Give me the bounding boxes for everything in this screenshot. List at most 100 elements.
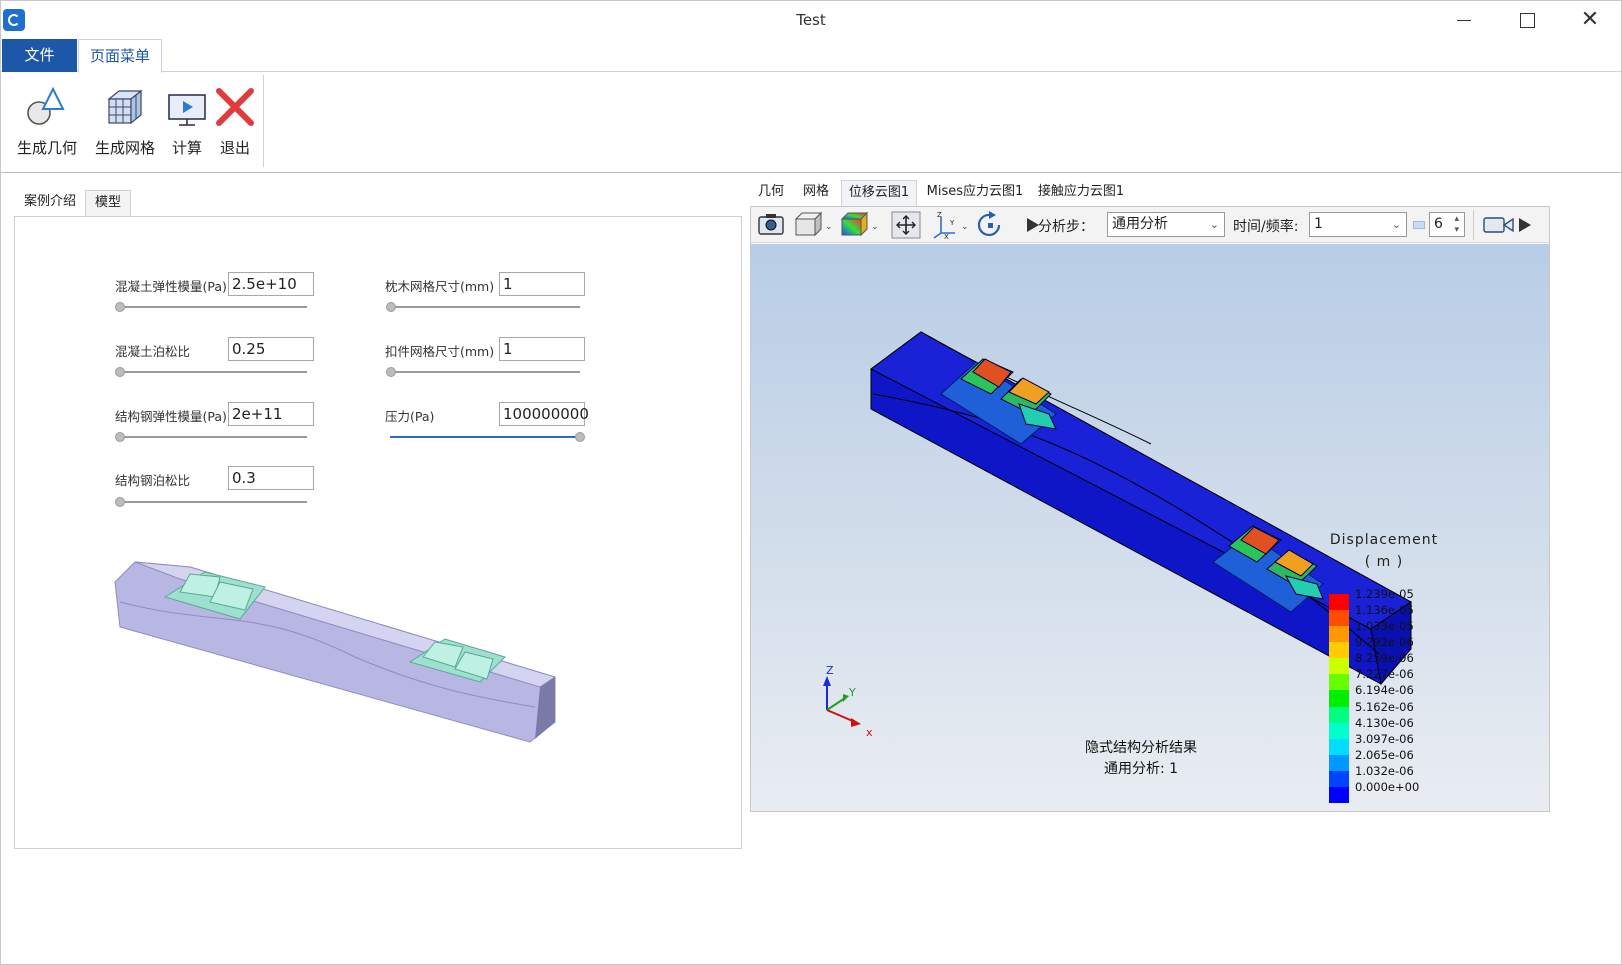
legend-color-swatch bbox=[1329, 658, 1349, 675]
steel-modulus-label: 结构钢弹性模量(Pa) bbox=[115, 409, 227, 424]
legend-value-label: 1.032e-06 bbox=[1355, 763, 1414, 778]
play-arrow-icon[interactable] bbox=[1519, 218, 1531, 232]
exit-button[interactable]: 退出 bbox=[215, 83, 255, 158]
steel-modulus-input[interactable]: 2e+11 bbox=[228, 402, 314, 426]
maximize-button[interactable] bbox=[1504, 5, 1550, 35]
concrete-modulus-slider[interactable] bbox=[117, 306, 307, 308]
concrete-modulus-slider-handle[interactable] bbox=[115, 302, 125, 312]
generate-mesh-button[interactable]: 生成网格 bbox=[93, 83, 157, 158]
toolbar-separator bbox=[1473, 210, 1474, 240]
legend-value-label: 5.162e-06 bbox=[1355, 699, 1414, 714]
legend-value-label: 0.000e+00 bbox=[1355, 779, 1420, 794]
legend-unit: ( m ) bbox=[1364, 554, 1404, 570]
fastener-mesh-size-input[interactable]: 1 bbox=[499, 337, 585, 361]
legend-value-label: 3.097e-06 bbox=[1355, 731, 1414, 746]
legend-color-swatch bbox=[1329, 754, 1349, 772]
compute-label: 计算 bbox=[171, 139, 202, 157]
legend-color-swatch bbox=[1329, 626, 1349, 643]
time-frequency-select[interactable]: 1 ⌄ bbox=[1309, 212, 1407, 237]
video-record-icon[interactable] bbox=[1483, 215, 1515, 235]
menu-bar: 文件 页面菜单 bbox=[1, 39, 1621, 73]
menu-tab-file[interactable]: 文件 bbox=[2, 39, 77, 72]
tab-model[interactable]: 模型 bbox=[85, 190, 131, 216]
concrete-poisson-slider-handle[interactable] bbox=[115, 367, 125, 377]
close-button[interactable]: ✕ bbox=[1567, 5, 1613, 35]
analysis-step-label: 分析步： bbox=[1038, 219, 1094, 235]
model-parameters-panel: 混凝土弹性模量(Pa) 2.5e+10 混凝土泊松比 0.25 结构钢弹性模量(… bbox=[14, 216, 742, 849]
3d-viewport[interactable]: Z Y x Displacement ( m ) 1.239e-05 1.136e… bbox=[751, 244, 1549, 811]
geometry-icon bbox=[27, 86, 65, 125]
triad-x-label: x bbox=[866, 726, 873, 739]
legend-color-swatch bbox=[1329, 690, 1349, 708]
generate-geometry-button[interactable]: 生成几何 bbox=[15, 83, 79, 158]
analysis-step-select[interactable]: 通用分析 ⌄ bbox=[1107, 212, 1225, 237]
fastener-mesh-size-slider[interactable] bbox=[390, 371, 580, 373]
legend-color-swatch bbox=[1329, 738, 1349, 756]
view-cube-icon[interactable]: ⌄ bbox=[793, 211, 833, 237]
legend-color-swatch bbox=[1329, 722, 1349, 740]
compute-monitor-icon bbox=[168, 94, 206, 126]
pressure-slider-handle[interactable] bbox=[575, 432, 585, 442]
frame-spinbox-value: 6 bbox=[1434, 216, 1443, 232]
time-frequency-value: 1 bbox=[1314, 216, 1323, 232]
steel-poisson-input[interactable]: 0.3 bbox=[228, 466, 314, 490]
tab-geometry[interactable]: 几何 bbox=[753, 180, 789, 206]
pressure-slider[interactable] bbox=[390, 436, 580, 438]
pressure-input[interactable]: 100000000 bbox=[499, 402, 589, 426]
result-caption-line2: 通用分析: 1 bbox=[1103, 761, 1179, 777]
legend-color-swatch bbox=[1329, 610, 1349, 627]
legend-color-bar bbox=[1329, 594, 1349, 804]
concrete-poisson-slider[interactable] bbox=[117, 371, 307, 373]
sleeper-mesh-size-slider-handle[interactable] bbox=[386, 302, 396, 312]
legend-value-label: 1.239e-05 bbox=[1355, 587, 1414, 601]
legend-value-label: 7.227e-06 bbox=[1355, 667, 1414, 682]
steel-poisson-label: 结构钢泊松比 bbox=[115, 473, 191, 488]
legend-color-swatch bbox=[1329, 770, 1349, 788]
rotate-view-icon[interactable] bbox=[975, 211, 1005, 239]
exit-label: 退出 bbox=[219, 139, 250, 157]
tab-mises-contour[interactable]: Mises应力云图1 bbox=[925, 180, 1025, 206]
steel-poisson-slider-handle[interactable] bbox=[115, 497, 125, 507]
svg-text:X: X bbox=[944, 233, 949, 239]
legend-value-label: 2.065e-06 bbox=[1355, 747, 1414, 762]
steel-modulus-slider-handle[interactable] bbox=[115, 432, 125, 442]
tab-mesh[interactable]: 网格 bbox=[799, 180, 833, 206]
concrete-modulus-input[interactable]: 2.5e+10 bbox=[228, 272, 314, 296]
pan-move-icon[interactable] bbox=[891, 211, 921, 239]
tab-displacement-contour[interactable]: 位移云图1 bbox=[841, 180, 917, 206]
steel-poisson-slider[interactable] bbox=[117, 501, 307, 503]
window-title: Test bbox=[796, 11, 826, 29]
legend-value-label: 1.033e-05 bbox=[1355, 619, 1414, 634]
axis-orientation-icon[interactable]: ZYX ⌄ bbox=[931, 211, 971, 239]
compute-button[interactable]: 计算 bbox=[167, 83, 207, 158]
tab-contact-stress-contour[interactable]: 接触应力云图1 bbox=[1036, 180, 1126, 206]
concrete-modulus-label: 混凝土弹性模量(Pa) bbox=[115, 279, 227, 294]
menu-tab-page-menu[interactable]: 页面菜单 bbox=[78, 39, 162, 73]
sleeper-mesh-size-label: 枕木网格尺寸(mm) bbox=[385, 279, 495, 294]
legend-value-label: 8.259e-06 bbox=[1355, 651, 1414, 666]
viewer-toolbar: ⌄ ⌄ ZYX ⌄ 分析步： 通用分析 ⌄ 时间/频率: 1 ⌄ 6 ▴ ▾ bbox=[751, 207, 1549, 243]
spin-arrows-icon[interactable]: ▴ ▾ bbox=[1454, 214, 1459, 236]
triad-z-label: Z bbox=[826, 664, 834, 677]
steel-modulus-slider[interactable] bbox=[117, 436, 307, 438]
legend-value-label: 6.194e-06 bbox=[1355, 683, 1414, 698]
camera-icon[interactable] bbox=[757, 211, 785, 237]
legend-value-label: 4.130e-06 bbox=[1355, 715, 1414, 730]
legend-value-label: 1.136e-05 bbox=[1355, 603, 1414, 618]
fastener-mesh-size-slider-handle[interactable] bbox=[386, 367, 396, 377]
concrete-poisson-input[interactable]: 0.25 bbox=[228, 337, 314, 361]
svg-text:⌄: ⌄ bbox=[961, 222, 969, 232]
color-map-icon[interactable]: ⌄ bbox=[839, 211, 879, 237]
frame-spinbox[interactable]: 6 ▴ ▾ bbox=[1429, 212, 1465, 237]
geometry-preview bbox=[114, 561, 557, 743]
sleeper-mesh-size-slider[interactable] bbox=[390, 306, 580, 308]
legend-color-swatch bbox=[1329, 642, 1349, 659]
sleeper-mesh-size-input[interactable]: 1 bbox=[499, 272, 585, 296]
minimize-button[interactable] bbox=[1441, 5, 1487, 35]
chevron-down-icon: ⌄ bbox=[1209, 218, 1219, 231]
pressure-label: 压力(Pa) bbox=[385, 409, 435, 424]
legend-title: Displacement ( m ) bbox=[1329, 529, 1439, 573]
title-bar: Test ✕ bbox=[1, 1, 1621, 39]
tab-case-intro[interactable]: 案例介绍 bbox=[15, 190, 85, 216]
svg-text:Y: Y bbox=[949, 219, 955, 227]
